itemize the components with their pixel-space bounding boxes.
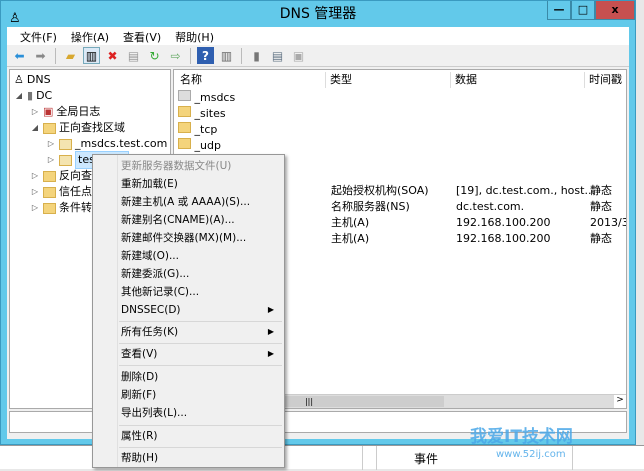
- menu-file[interactable]: 文件(F): [13, 27, 64, 45]
- dns-icon: ♙: [14, 73, 24, 86]
- menu-item-other-new-records[interactable]: 其他新记录(C)...: [121, 283, 280, 301]
- record-timestamp: 静态: [590, 232, 612, 245]
- folder-icon: [178, 106, 191, 117]
- folder-icon: [43, 170, 56, 182]
- record-timestamp: 2013/3/1: [590, 216, 626, 229]
- list-item[interactable]: _msdcs: [178, 90, 235, 106]
- help-icon[interactable]: ?: [197, 47, 214, 64]
- menu-item-update-server-data-file[interactable]: 更新服务器数据文件(U): [121, 157, 280, 175]
- collapsed-arrow-icon[interactable]: ▷: [30, 200, 40, 216]
- server-icon: ▮: [27, 89, 34, 102]
- column-name[interactable]: 名称: [176, 72, 326, 88]
- log-icon: ▣: [43, 105, 54, 118]
- folder-icon: [178, 122, 191, 133]
- zone-icon: [59, 154, 72, 166]
- action-pane-icon[interactable]: ▥: [218, 47, 235, 64]
- menu-item-new-host[interactable]: 新建主机(A 或 AAAA)(S)...: [121, 193, 280, 211]
- expanded-arrow-icon[interactable]: ◢: [30, 120, 40, 136]
- menu-item-new-mail-exchanger[interactable]: 新建邮件交换器(MX)(M)...: [121, 229, 280, 247]
- menu-item-all-tasks[interactable]: 所有任务(K) ▶: [121, 323, 280, 341]
- menu-item-dnssec[interactable]: DNSSEC(D) ▶: [121, 301, 280, 319]
- menu-bar: 文件(F) 操作(A) 查看(V) 帮助(H): [7, 27, 629, 45]
- back-icon[interactable]: ⬅: [11, 47, 28, 64]
- window-title: DNS 管理器: [279, 6, 357, 22]
- menu-view[interactable]: 查看(V): [116, 27, 168, 45]
- list-item[interactable]: _tcp: [178, 122, 217, 138]
- list-item[interactable]: _sites: [178, 106, 226, 122]
- menu-item-view[interactable]: 查看(V) ▶: [121, 345, 280, 363]
- submenu-arrow-icon: ▶: [267, 327, 274, 336]
- server-icon[interactable]: ▮: [248, 47, 265, 64]
- collapsed-arrow-icon[interactable]: ▷: [46, 136, 56, 152]
- title-bar: ♙ DNS 管理器 — □ x: [1, 1, 635, 27]
- list-icon[interactable]: ▤: [269, 47, 286, 64]
- folder-icon: [178, 138, 191, 149]
- menu-item-reload[interactable]: 重新加载(E): [121, 175, 280, 193]
- column-timestamp[interactable]: 时间戳: [585, 72, 626, 88]
- menu-item-export-list[interactable]: 导出列表(L)...: [121, 404, 280, 422]
- export-icon[interactable]: ⇨: [167, 47, 184, 64]
- close-button[interactable]: x: [595, 1, 635, 20]
- maximize-button[interactable]: □: [571, 1, 595, 20]
- watermark-logo: 我爱IT技术网: [470, 427, 573, 447]
- zone-icon: [178, 90, 191, 101]
- delete-icon[interactable]: ✖: [104, 47, 121, 64]
- record-timestamp: 静态: [590, 200, 612, 213]
- forward-icon[interactable]: ➡: [32, 47, 49, 64]
- expanded-arrow-icon[interactable]: ◢: [14, 88, 24, 104]
- record-data: 192.168.100.200: [456, 232, 551, 245]
- collapsed-arrow-icon[interactable]: ▷: [30, 168, 40, 184]
- tree-node-forward-zones[interactable]: ◢ 正向查找区域: [30, 120, 125, 136]
- menu-help[interactable]: 帮助(H): [168, 27, 221, 45]
- refresh-icon[interactable]: ↻: [146, 47, 163, 64]
- collapsed-arrow-icon[interactable]: ▷: [30, 104, 40, 120]
- toolbar: ⬅ ➡ ▰ ▥ ✖ ▤ ↻ ⇨ ? ▥ ▮ ▤ ▣: [7, 45, 629, 67]
- scroll-right-icon[interactable]: >: [614, 395, 626, 408]
- zone-icon[interactable]: ▣: [290, 47, 307, 64]
- column-data[interactable]: 数据: [451, 72, 585, 88]
- minimize-button[interactable]: —: [547, 1, 571, 20]
- record-data: [19], dc.test.com., host...: [456, 184, 595, 197]
- record-type: 主机(A): [331, 232, 370, 245]
- tree-node-dns[interactable]: ♙ DNS: [14, 72, 51, 88]
- context-menu: 更新服务器数据文件(U) 重新加载(E) 新建主机(A 或 AAAA)(S)..…: [92, 154, 285, 468]
- folder-icon: [43, 122, 56, 134]
- up-folder-icon[interactable]: ▰: [62, 47, 79, 64]
- tree-node-msdcs-zone[interactable]: ▷ _msdcs.test.com: [46, 136, 167, 152]
- menu-item-help[interactable]: 帮助(H): [121, 449, 280, 467]
- record-type: 名称服务器(NS): [331, 200, 410, 213]
- menu-item-refresh[interactable]: 刷新(F): [121, 386, 280, 404]
- menu-item-new-delegation[interactable]: 新建委派(G)...: [121, 265, 280, 283]
- menu-item-new-alias[interactable]: 新建别名(CNAME)(A)...: [121, 211, 280, 229]
- menu-item-properties[interactable]: 属性(R): [121, 427, 280, 445]
- show-tree-icon[interactable]: ▥: [83, 47, 100, 64]
- tree-node-trust-points[interactable]: ▷ 信任点: [30, 184, 92, 200]
- collapsed-arrow-icon[interactable]: ▷: [46, 152, 56, 168]
- record-timestamp: 静态: [590, 184, 612, 197]
- record-data: 192.168.100.200: [456, 216, 551, 229]
- collapsed-arrow-icon[interactable]: ▷: [30, 184, 40, 200]
- zone-icon: [59, 138, 72, 150]
- submenu-arrow-icon: ▶: [267, 349, 274, 358]
- events-tab[interactable]: 事件: [414, 450, 438, 467]
- record-type: 起始授权机构(SOA): [331, 184, 429, 197]
- column-type[interactable]: 类型: [326, 72, 451, 88]
- menu-action[interactable]: 操作(A): [64, 27, 116, 45]
- tree-node-global-logs[interactable]: ▷ ▣ 全局日志: [30, 104, 100, 120]
- folder-icon: [43, 202, 56, 214]
- submenu-arrow-icon: ▶: [267, 305, 274, 314]
- watermark-url: www.52ij.com: [496, 449, 566, 460]
- menu-item-delete[interactable]: 删除(D): [121, 368, 280, 386]
- list-item[interactable]: _udp: [178, 138, 221, 154]
- menu-item-new-domain[interactable]: 新建域(O)...: [121, 247, 280, 265]
- record-type: 主机(A): [331, 216, 370, 229]
- tree-node-dc[interactable]: ◢ ▮ DC: [14, 88, 52, 104]
- folder-icon: [43, 186, 56, 198]
- properties-icon[interactable]: ▤: [125, 47, 142, 64]
- record-data: dc.test.com.: [456, 200, 525, 213]
